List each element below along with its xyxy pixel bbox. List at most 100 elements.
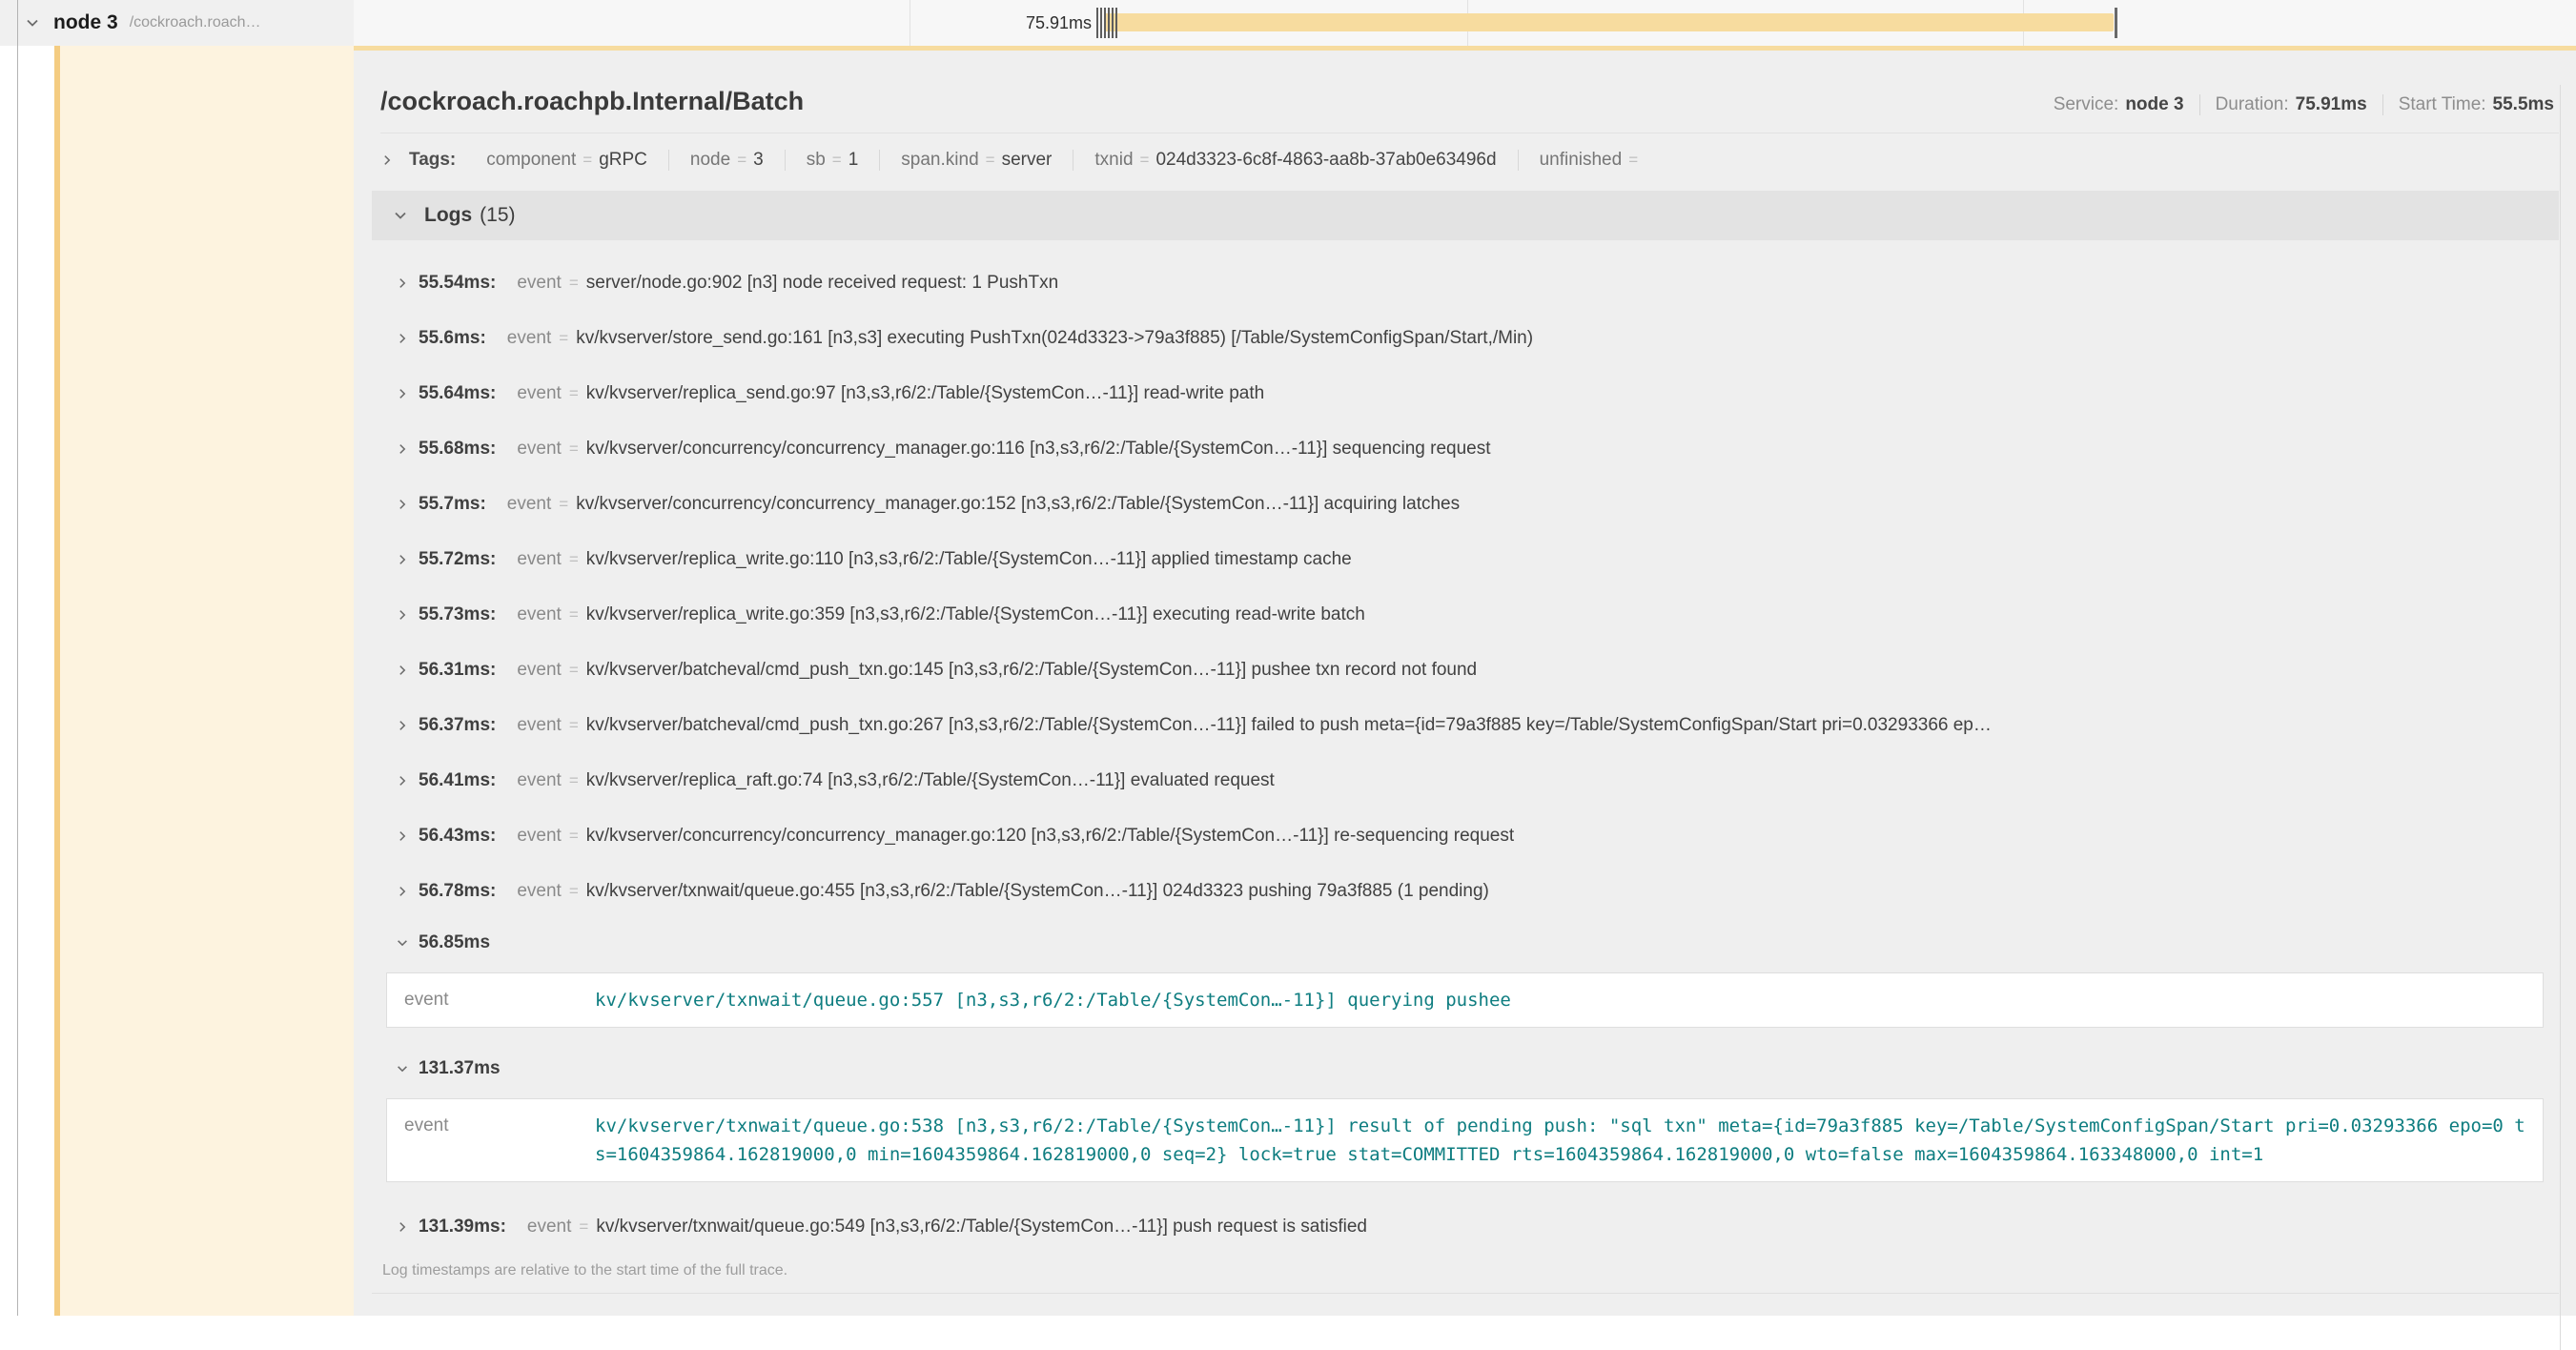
logs-footer-note: Log timestamps are relative to the start…	[380, 1262, 2559, 1279]
log-field-key: event	[404, 1112, 595, 1169]
equals-sign: =	[832, 151, 842, 170]
log-timestamp: 55.64ms:	[419, 383, 496, 404]
log-timestamp: 131.39ms:	[419, 1217, 506, 1238]
log-field-value: kv/kvserver/concurrency/concurrency_mana…	[576, 494, 2559, 515]
equals-sign: =	[737, 151, 746, 170]
chevron-right-icon[interactable]	[396, 774, 409, 788]
tag-value: gRPC	[599, 150, 647, 171]
tags-label: Tags:	[409, 150, 456, 171]
log-row[interactable]: 55.73ms: event = kv/kvserver/replica_wri…	[380, 587, 2559, 643]
log-row-expanded-header[interactable]: 56.85ms	[380, 919, 2559, 967]
log-timestamp: 56.31ms:	[419, 660, 496, 681]
log-field-value: kv/kvserver/batcheval/cmd_push_txn.go:26…	[586, 715, 2559, 736]
tag-item: txnid = 024d3323-6c8f-4863-aa8b-37ab0e63…	[1073, 150, 1517, 171]
tag-key: span.kind	[901, 150, 978, 171]
log-field-key: event	[527, 1217, 571, 1238]
equals-sign: =	[1628, 151, 1638, 170]
chevron-right-icon[interactable]	[396, 553, 409, 566]
tag-list: component = gRPC node = 3 sb = 1 span.ki…	[465, 150, 1666, 171]
span-bar[interactable]	[1104, 13, 2114, 31]
log-field-value: kv/kvserver/txnwait/queue.go:557 [n3,s3,…	[595, 986, 2525, 1014]
log-timestamp: 56.37ms:	[419, 715, 496, 736]
chevron-right-icon[interactable]	[396, 276, 409, 290]
logs-count: (15)	[480, 204, 515, 227]
span-meta: Service: node 3 Duration: 75.91ms Start …	[2054, 94, 2559, 115]
duration-value: 75.91ms	[2296, 94, 2367, 115]
tree-indent-guide	[17, 0, 18, 1316]
chevron-right-icon[interactable]	[396, 498, 409, 511]
log-field-value: kv/kvserver/replica_raft.go:74 [n3,s3,r6…	[586, 770, 2559, 791]
chevron-right-icon[interactable]	[396, 387, 409, 400]
log-field-value: kv/kvserver/replica_send.go:97 [n3,s3,r6…	[586, 383, 2559, 404]
log-fields-table: event kv/kvserver/txnwait/queue.go:538 […	[386, 1098, 2544, 1182]
equals-sign: =	[569, 274, 579, 293]
log-field-key: event	[517, 770, 561, 791]
log-row[interactable]: 55.6ms: event = kv/kvserver/store_send.g…	[380, 311, 2559, 366]
log-row[interactable]: 55.64ms: event = kv/kvserver/replica_sen…	[380, 366, 2559, 421]
log-row[interactable]: 55.54ms: event = server/node.go:902 [n3]…	[380, 256, 2559, 311]
log-row[interactable]: 56.37ms: event = kv/kvserver/batcheval/c…	[380, 698, 2559, 753]
log-row[interactable]: 55.68ms: event = kv/kvserver/concurrency…	[380, 421, 2559, 477]
log-field-value: kv/kvserver/store_send.go:161 [n3,s3] ex…	[576, 328, 2559, 349]
span-row: 75.91ms node 3 /cockroach.roach…	[0, 0, 2576, 46]
chevron-down-icon[interactable]	[396, 936, 409, 950]
chevron-right-icon[interactable]	[396, 829, 409, 843]
log-row[interactable]: 56.43ms: event = kv/kvserver/concurrency…	[380, 808, 2559, 864]
equals-sign: =	[569, 440, 579, 459]
log-field-value: kv/kvserver/concurrency/concurrency_mana…	[586, 439, 2559, 460]
chevron-down-icon[interactable]	[396, 1062, 409, 1075]
start-time-value: 55.5ms	[2493, 94, 2554, 115]
log-timestamp: 55.73ms:	[419, 604, 496, 625]
chevron-right-icon[interactable]	[396, 442, 409, 456]
collapse-span-chevron-icon[interactable]	[25, 15, 40, 31]
chevron-right-icon[interactable]	[380, 153, 394, 167]
tag-key: txnid	[1094, 150, 1133, 171]
log-field-key: event	[517, 273, 561, 294]
tags-toggle-row[interactable]: Tags: component = gRPC node = 3 sb = 1 s…	[380, 145, 2559, 175]
equals-sign: =	[569, 661, 579, 680]
span-detail-panel: /cockroach.roachpb.Internal/Batch Servic…	[354, 46, 2576, 1316]
log-field-value: kv/kvserver/txnwait/queue.go:549 [n3,s3,…	[596, 1217, 2559, 1238]
equals-sign: =	[569, 384, 579, 403]
log-row[interactable]: 56.41ms: event = kv/kvserver/replica_raf…	[380, 753, 2559, 808]
span-name-cell[interactable]: node 3 /cockroach.roach…	[0, 0, 354, 46]
chevron-down-icon[interactable]	[393, 208, 408, 223]
equals-sign: =	[986, 151, 995, 170]
log-timestamp: 56.78ms:	[419, 881, 496, 902]
detail-left-column	[60, 46, 354, 1316]
log-row[interactable]: 55.72ms: event = kv/kvserver/replica_wri…	[380, 532, 2559, 587]
meta-separator	[2382, 94, 2383, 115]
log-field-key: event	[517, 439, 561, 460]
span-end-marker	[2115, 8, 2117, 38]
tag-value: 3	[753, 150, 764, 171]
logs-toggle-header[interactable]: Logs (15)	[372, 191, 2559, 240]
log-field-value: kv/kvserver/replica_write.go:359 [n3,s3,…	[586, 604, 2559, 625]
log-field-value: server/node.go:902 [n3] node received re…	[586, 273, 2559, 294]
log-row[interactable]: 56.78ms: event = kv/kvserver/txnwait/que…	[380, 864, 2559, 919]
chevron-right-icon[interactable]	[396, 885, 409, 898]
span-duration-label: 75.91ms	[901, 0, 1092, 46]
span-timeline[interactable]: 75.91ms	[354, 0, 2576, 46]
equals-sign: =	[569, 882, 579, 901]
log-timestamp: 55.54ms:	[419, 273, 496, 294]
log-field-key: event	[517, 826, 561, 847]
chevron-right-icon[interactable]	[396, 608, 409, 622]
log-field-value: kv/kvserver/txnwait/queue.go:538 [n3,s3,…	[595, 1112, 2525, 1169]
chevron-right-icon[interactable]	[396, 664, 409, 677]
log-field-value: kv/kvserver/batcheval/cmd_push_txn.go:14…	[586, 660, 2559, 681]
duration-label: Duration:	[2216, 94, 2289, 115]
log-field-key: event	[517, 549, 561, 570]
chevron-right-icon[interactable]	[396, 332, 409, 345]
chevron-right-icon[interactable]	[396, 719, 409, 732]
tag-item: sb = 1	[785, 150, 880, 171]
equals-sign: =	[569, 716, 579, 735]
chevron-right-icon[interactable]	[396, 1220, 409, 1234]
log-field-value: kv/kvserver/replica_write.go:110 [n3,s3,…	[586, 549, 2559, 570]
log-row[interactable]: 131.39ms: event = kv/kvserver/txnwait/qu…	[380, 1199, 2559, 1255]
span-bar-hatch	[1096, 8, 1118, 38]
log-row-expanded-header[interactable]: 131.37ms	[380, 1045, 2559, 1093]
log-row[interactable]: 55.7ms: event = kv/kvserver/concurrency/…	[380, 477, 2559, 532]
log-row[interactable]: 56.31ms: event = kv/kvserver/batcheval/c…	[380, 643, 2559, 698]
tag-item: component = gRPC	[465, 150, 668, 171]
log-timestamp: 55.68ms:	[419, 439, 496, 460]
